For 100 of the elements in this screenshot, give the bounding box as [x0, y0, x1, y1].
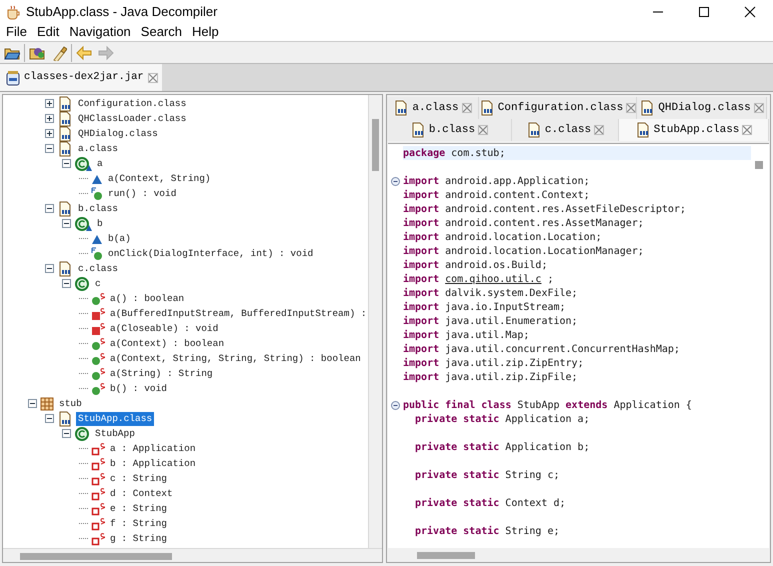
tree-item[interactable]: b [95, 216, 105, 230]
file-tab[interactable]: classes-dex2jar.jar [0, 64, 162, 91]
code-keyword: import [403, 188, 440, 202]
editor-tab[interactable]: c.class [512, 119, 619, 141]
tree-item[interactable]: a.class [76, 142, 120, 156]
expand-toggle[interactable] [45, 129, 54, 138]
collapse-toggle[interactable] [28, 399, 37, 408]
code-link[interactable]: com.qihoo.util.c [445, 272, 542, 286]
vertical-scrollbar[interactable] [368, 95, 382, 548]
scrollbar-thumb[interactable] [417, 552, 475, 559]
code-text: android.location.LocationManager; [445, 244, 644, 258]
tree-item[interactable]: onClick(DialogInterface, int) : void [106, 246, 316, 260]
tree-item[interactable]: b(a) [106, 232, 133, 246]
collapse-toggle[interactable] [62, 429, 71, 438]
code-text: String e; [505, 524, 560, 538]
horizontal-scrollbar[interactable] [388, 548, 769, 562]
close-tab-icon[interactable] [148, 72, 158, 82]
tree-item[interactable]: c : String [108, 472, 170, 486]
fold-icon[interactable] [391, 176, 400, 186]
app-icon [5, 4, 21, 20]
editor-tab[interactable]: Configuration.class [479, 97, 637, 119]
close-tab-icon[interactable] [742, 125, 752, 135]
close-tab-icon[interactable] [462, 103, 472, 113]
tree-item[interactable]: run() : void [106, 186, 178, 200]
collapse-toggle[interactable] [45, 264, 54, 273]
tree-item[interactable]: a(String) : String [108, 366, 215, 380]
tree-item[interactable]: stub [57, 396, 84, 410]
tree-item[interactable]: c.class [76, 262, 120, 276]
field-icon [91, 532, 105, 546]
fold-icon[interactable] [391, 400, 400, 410]
class-icon [74, 216, 92, 232]
back-arrow-icon [76, 44, 92, 60]
tree-item[interactable]: a [95, 156, 105, 170]
expand-toggle[interactable] [45, 99, 54, 108]
tree-item[interactable]: a(Context, String) [106, 172, 213, 186]
collapse-toggle[interactable] [45, 144, 54, 153]
class-file-icon [57, 140, 73, 156]
field-icon [91, 472, 105, 486]
method-icon [91, 336, 105, 350]
scrollbar-thumb[interactable] [372, 119, 379, 171]
tree-item[interactable]: e : String [108, 502, 170, 516]
tree-item[interactable]: f : String [108, 516, 170, 530]
menu-item[interactable]: Search [136, 22, 187, 42]
wand-icon [51, 44, 67, 60]
tree-item[interactable]: b() : void [108, 382, 170, 396]
tree-item[interactable]: StubApp.class [76, 412, 154, 426]
collapse-toggle[interactable] [62, 219, 71, 228]
close-tab-icon[interactable] [754, 103, 764, 113]
collapse-toggle[interactable] [45, 204, 54, 213]
forward-arrow-icon [98, 44, 114, 60]
code-text: android.content.Context; [445, 188, 590, 202]
code-text: java.io.InputStream; [445, 300, 566, 314]
tree-item[interactable]: a : Application [108, 442, 198, 456]
code-text: android.os.Build; [445, 258, 548, 272]
code-text: Context d; [505, 496, 566, 510]
editor-tab[interactable]: QHDialog.class [637, 97, 767, 119]
tree-item[interactable]: QHDialog.class [76, 126, 160, 140]
collapse-toggle[interactable] [62, 279, 71, 288]
editor-tab[interactable]: a.class [387, 97, 479, 119]
menu-item[interactable]: File [1, 22, 32, 42]
tree-item[interactable]: b : Application [108, 456, 198, 470]
method-icon [91, 246, 103, 260]
code-text: ; [547, 272, 554, 286]
code-text: String c; [505, 468, 560, 482]
close-tab-icon[interactable] [478, 125, 488, 135]
tree-item[interactable]: StubApp [93, 426, 137, 440]
menu-item[interactable]: Navigation [64, 22, 136, 42]
triangle-icon [91, 232, 103, 244]
tree-item[interactable]: a(BufferedInputStream, BufferedInputStream) : [108, 306, 368, 320]
menu-item[interactable]: Help [187, 22, 224, 42]
tree-item[interactable]: a(Context, String, String, String) : boolean [108, 352, 363, 366]
horizontal-scrollbar[interactable] [3, 548, 382, 562]
code-text: java.util.zip.ZipFile; [445, 370, 578, 384]
collapse-toggle[interactable] [45, 414, 54, 423]
class-file-icon [526, 122, 542, 138]
tree-item[interactable]: a(Closeable) : void [108, 322, 220, 336]
class-file-icon [478, 100, 495, 116]
class-icon [74, 276, 90, 292]
close-tab-icon[interactable] [594, 125, 604, 135]
code-text: Application b; [505, 440, 590, 454]
tree-item[interactable]: Configuration.class [76, 96, 188, 110]
menu-item[interactable]: Edit [32, 22, 64, 42]
expand-toggle[interactable] [45, 114, 54, 123]
class-file-icon [57, 126, 73, 142]
tree-item[interactable]: QHClassLoader.class [76, 112, 188, 126]
tree-item[interactable]: b.class [76, 202, 120, 216]
tree-item[interactable]: a() : boolean [108, 292, 186, 306]
editor-tab[interactable]: StubApp.class [619, 119, 769, 141]
tree-item[interactable]: d : Context [108, 486, 175, 500]
tree-item[interactable]: c [93, 276, 103, 290]
class-file-icon [57, 410, 73, 426]
scrollbar-thumb[interactable] [20, 553, 172, 560]
ruler-mark [755, 161, 763, 169]
tree-item[interactable]: a(Context) : boolean [108, 336, 226, 350]
close-tab-icon[interactable] [626, 103, 636, 113]
collapse-toggle[interactable] [62, 159, 71, 168]
method-icon [91, 352, 105, 366]
editor-tab[interactable]: b.class [387, 119, 512, 141]
class-file-icon [639, 100, 656, 116]
tree-item[interactable]: g : String [108, 532, 170, 546]
